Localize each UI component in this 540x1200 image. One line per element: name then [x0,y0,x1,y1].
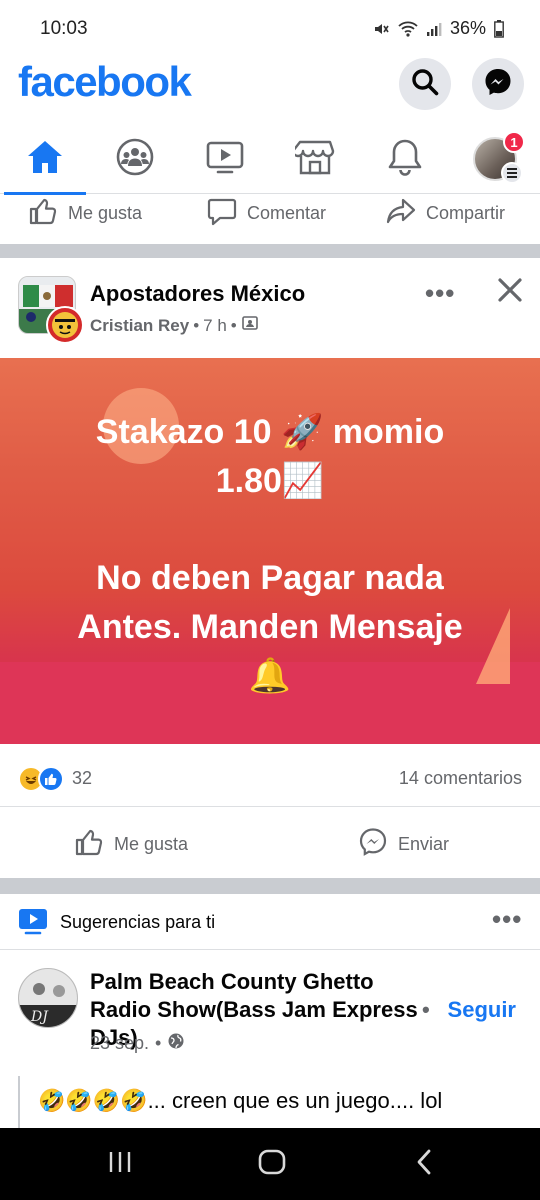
share-label: Compartir [426,203,506,223]
post-text-spacer [20,506,520,554]
follow-button[interactable]: Seguir [448,997,516,1023]
tab-notifications[interactable] [360,124,450,194]
send-button[interactable]: Enviar [358,827,449,862]
globe-icon [167,1032,185,1055]
tab-groups[interactable] [90,124,180,194]
recent-apps-icon [107,1150,133,1179]
meta-dot: • [230,315,237,335]
post-colored-background[interactable]: Stakazo 10 🚀 momio 1.80📈 No deben Pagar … [0,358,540,744]
avatar: 1 [473,131,525,184]
watch-icon [205,139,245,180]
previous-post-actions: Me gusta Comentar Compartir [0,194,540,232]
watch-video-icon [18,908,48,941]
home-button[interactable] [222,1128,322,1200]
notification-badge: 1 [503,131,525,153]
status-icons: 36% [372,18,504,39]
groups-icon [115,137,155,182]
meta-dot: • [193,315,200,335]
post-text: Stakazo 10 🚀 momio 1.80📈 No deben Pagar … [20,408,520,701]
post-text-line: No deben Pagar nada [96,559,444,597]
like-button[interactable]: Me gusta [74,827,188,862]
like-label: Me gusta [114,834,189,854]
suggestions-label: Sugerencias para ti [60,912,216,932]
comment-icon [207,196,237,231]
suggested-post-meta: 23 sep. • [90,1032,185,1055]
tab-watch[interactable] [180,124,270,194]
feed-divider [0,878,540,894]
back-icon [414,1149,434,1180]
post-text-line: Stakazo 10 🚀 momio [95,413,445,451]
suggested-post: DJ Palm Beach County Ghetto Radio Show(B… [0,950,540,1136]
post-text-line: 🔔 [248,657,292,695]
back-button[interactable] [374,1128,474,1200]
mute-icon [372,20,390,38]
messenger-button[interactable] [472,58,524,110]
bell-icon [387,137,423,182]
status-bar: 10:03 36% [0,0,540,56]
comment-button[interactable]: Comentar [207,196,326,231]
like-label: Me gusta [68,203,143,223]
send-label: Enviar [398,834,450,854]
tab-bar: 1 [0,124,540,195]
author-avatar [46,306,84,344]
home-button-icon [258,1149,286,1180]
battery-percent: 36% [449,18,486,38]
share-button[interactable]: Compartir [386,196,505,231]
signal-icon [426,21,442,37]
home-icon [25,138,65,181]
author-name[interactable]: Cristian Rey [90,316,189,336]
thumbs-up-icon [74,827,104,862]
quote-bar [18,1076,20,1136]
tab-home[interactable] [0,124,90,195]
battery-icon [494,19,504,38]
search-button[interactable] [399,58,451,110]
post-date[interactable]: 23 sep. [90,1033,149,1054]
like-reaction-icon [38,766,64,792]
suggestions-header: Sugerencias para ti ••• [0,894,540,950]
post-text-line: Antes. Manden Mensaje [77,608,463,646]
feed-divider [0,244,540,258]
suggested-page-avatar[interactable]: DJ [18,968,78,1028]
search-icon [410,67,440,102]
audience-icon [241,314,259,337]
page-name[interactable]: Apostadores México [90,281,305,307]
thumbs-up-icon [28,196,58,231]
close-icon[interactable] [496,276,524,309]
menu-icon [501,162,523,184]
post-options-button[interactable]: ••• [425,278,455,309]
recent-apps-button[interactable] [70,1128,170,1200]
like-button[interactable]: Me gusta [28,196,142,231]
meta-dot: • [155,1033,162,1053]
post-actions: Me gusta Enviar [0,806,540,876]
reaction-icons [18,766,64,792]
post-meta: Cristian Rey • 7 h • [90,314,259,337]
messenger-icon [483,67,513,102]
reaction-count: 32 [72,768,93,788]
wifi-icon [398,21,418,37]
status-time: 10:03 [40,18,88,39]
page-avatar[interactable] [18,276,84,344]
messenger-icon [358,827,388,862]
reactions-summary[interactable]: 32 14 comentarios [0,758,540,798]
meta-dot: • [422,997,430,1022]
facebook-logo[interactable]: facebook [18,58,192,106]
system-navigation-bar [0,1128,540,1200]
tab-menu[interactable]: 1 [450,124,540,194]
post-text-line: 1.80📈 [215,462,325,500]
share-icon [386,196,416,231]
app-header: facebook [0,56,540,116]
post-time[interactable]: 7 h [203,316,227,336]
svg-text:DJ: DJ [30,1009,49,1025]
marketplace-icon [291,138,335,181]
suggested-post-text[interactable]: 🤣🤣🤣🤣... creen que es un juego.... lol [38,1088,442,1114]
comment-count[interactable]: 14 comentarios [399,768,522,789]
comment-label: Comentar [247,203,327,223]
tab-marketplace[interactable] [270,124,360,194]
suggestions-options-button[interactable]: ••• [492,904,522,935]
